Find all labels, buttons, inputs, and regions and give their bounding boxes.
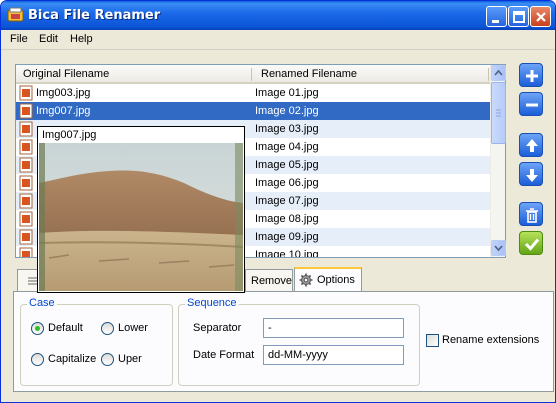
tab-remove-label: Remove [251,275,292,287]
tab-options-label: Options [317,274,355,286]
image-file-icon [19,175,33,191]
date-format-label: Date Format [193,349,255,361]
arrow-down-icon [526,169,538,182]
case-group-title: Case [27,297,57,309]
column-original-filename[interactable]: Original Filename [23,68,109,80]
image-file-icon [19,193,33,209]
image-file-icon [19,229,33,245]
app-window: Bica File Renamer File Edit Help Origina… [0,0,556,403]
image-file-icon [19,247,33,257]
column-separator[interactable] [251,68,252,81]
separator-input[interactable]: - [263,318,404,338]
image-file-icon [19,103,33,119]
trash-icon [526,208,538,223]
tab-options[interactable]: Options [294,267,362,291]
scroll-thumb[interactable] [491,82,506,144]
sequence-group: Sequence Separator - Date Format dd-MM-y… [178,297,420,386]
add-files-button[interactable] [519,63,543,87]
title-bar[interactable]: Bica File Renamer [1,1,555,30]
renamed-filename: Image 09.jpg [255,231,319,243]
image-preview-popup: Img007.jpg [37,126,245,293]
renamed-filename: Image 06.jpg [255,177,319,189]
case-upper-radio[interactable] [101,353,114,366]
list-item[interactable]: Img007.jpg Image 02.jpg [16,102,490,120]
image-file-icon [19,211,33,227]
arrow-up-icon [526,139,538,152]
move-down-button[interactable] [519,162,543,186]
preview-filename: Img007.jpg [42,129,97,141]
maximize-button[interactable] [508,6,529,27]
original-filename: Img003.jpg [36,87,91,99]
window-title: Bica File Renamer [28,8,161,23]
rename-extensions-label: Rename extensions [442,334,540,346]
gear-icon [299,273,313,287]
renamed-filename: Image 02.jpg [255,105,319,117]
case-group: Case Default Lower Capitalize Uper [20,297,173,386]
menu-help[interactable]: Help [70,33,93,45]
case-default-label: Default [48,322,83,334]
menu-edit[interactable]: Edit [39,33,58,45]
separator-label: Separator [193,322,242,334]
case-upper-label: Uper [118,353,142,365]
original-filename: Img007.jpg [36,105,91,117]
renamed-filename: Image 10.jpg [255,249,319,257]
sequence-group-title: Sequence [185,297,239,309]
tab-remove[interactable]: Remove [245,269,293,291]
close-button[interactable] [530,6,551,27]
renamed-filename: Image 01.jpg [255,87,319,99]
image-file-icon [19,121,33,137]
renamed-filename: Image 03.jpg [255,123,319,135]
image-file-icon [19,85,33,101]
renamed-filename: Image 08.jpg [255,213,319,225]
menu-bar: File Edit Help [1,30,555,50]
column-renamed-filename[interactable]: Renamed Filename [261,68,357,80]
clear-list-button[interactable] [519,202,543,226]
minus-icon [526,103,538,107]
column-separator[interactable] [488,68,489,81]
renamed-filename: Image 07.jpg [255,195,319,207]
minimize-button[interactable] [486,6,507,27]
case-capitalize-radio[interactable] [31,353,44,366]
renamed-filename: Image 04.jpg [255,141,319,153]
app-icon [7,7,24,22]
plus-icon [526,70,538,82]
preview-image [39,143,243,291]
date-format-input[interactable]: dd-MM-yyyy [263,345,404,365]
list-header: Original Filename Renamed Filename [16,65,490,84]
checkmark-icon [524,238,540,251]
remove-files-button[interactable] [519,92,543,116]
renamed-filename: Image 05.jpg [255,159,319,171]
move-up-button[interactable] [519,133,543,157]
list-item[interactable]: Img003.jpg Image 01.jpg [16,84,490,102]
case-default-radio[interactable] [31,322,44,335]
case-lower-radio[interactable] [101,322,114,335]
case-capitalize-label: Capitalize [48,353,97,365]
rename-extensions-checkbox[interactable] [426,334,439,347]
scroll-down-button[interactable] [491,240,506,256]
rename-apply-button[interactable] [519,231,543,255]
menu-file[interactable]: File [10,33,28,45]
case-lower-label: Lower [118,322,148,334]
radio-selected-dot [35,326,40,331]
image-file-icon [19,157,33,173]
scroll-up-button[interactable] [491,65,506,81]
image-file-icon [19,139,33,155]
vertical-scrollbar[interactable] [490,65,506,257]
options-panel: Case Default Lower Capitalize Uper Seque… [13,291,554,392]
